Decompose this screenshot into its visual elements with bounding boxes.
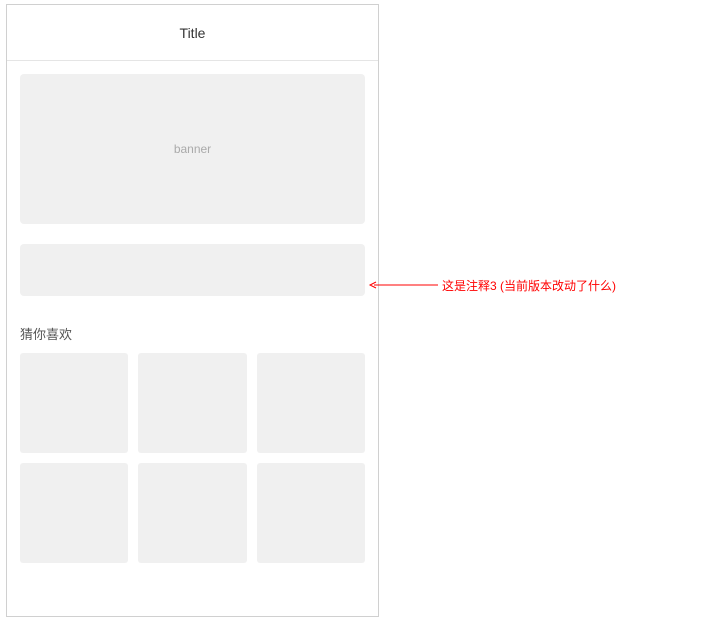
mobile-frame: Title banner 猜你喜欢 [6,4,379,617]
grid-card[interactable] [20,353,128,453]
annotation-label: 这是注释3 (当前版本改动了什么) [442,277,616,294]
grid-card[interactable] [138,463,246,563]
grid-card[interactable] [138,353,246,453]
grid-card[interactable] [257,463,365,563]
page-title: Title [180,25,206,41]
recommendation-grid [20,353,365,563]
section-title: 猜你喜欢 [20,324,365,343]
grid-card[interactable] [257,353,365,453]
banner-label: banner [174,142,211,156]
annotation-arrow-icon [368,285,438,286]
content-area: banner 猜你喜欢 [7,61,378,563]
title-bar: Title [7,5,378,61]
grid-card[interactable] [20,463,128,563]
banner-placeholder[interactable]: banner [20,74,365,224]
secondary-placeholder[interactable] [20,244,365,296]
